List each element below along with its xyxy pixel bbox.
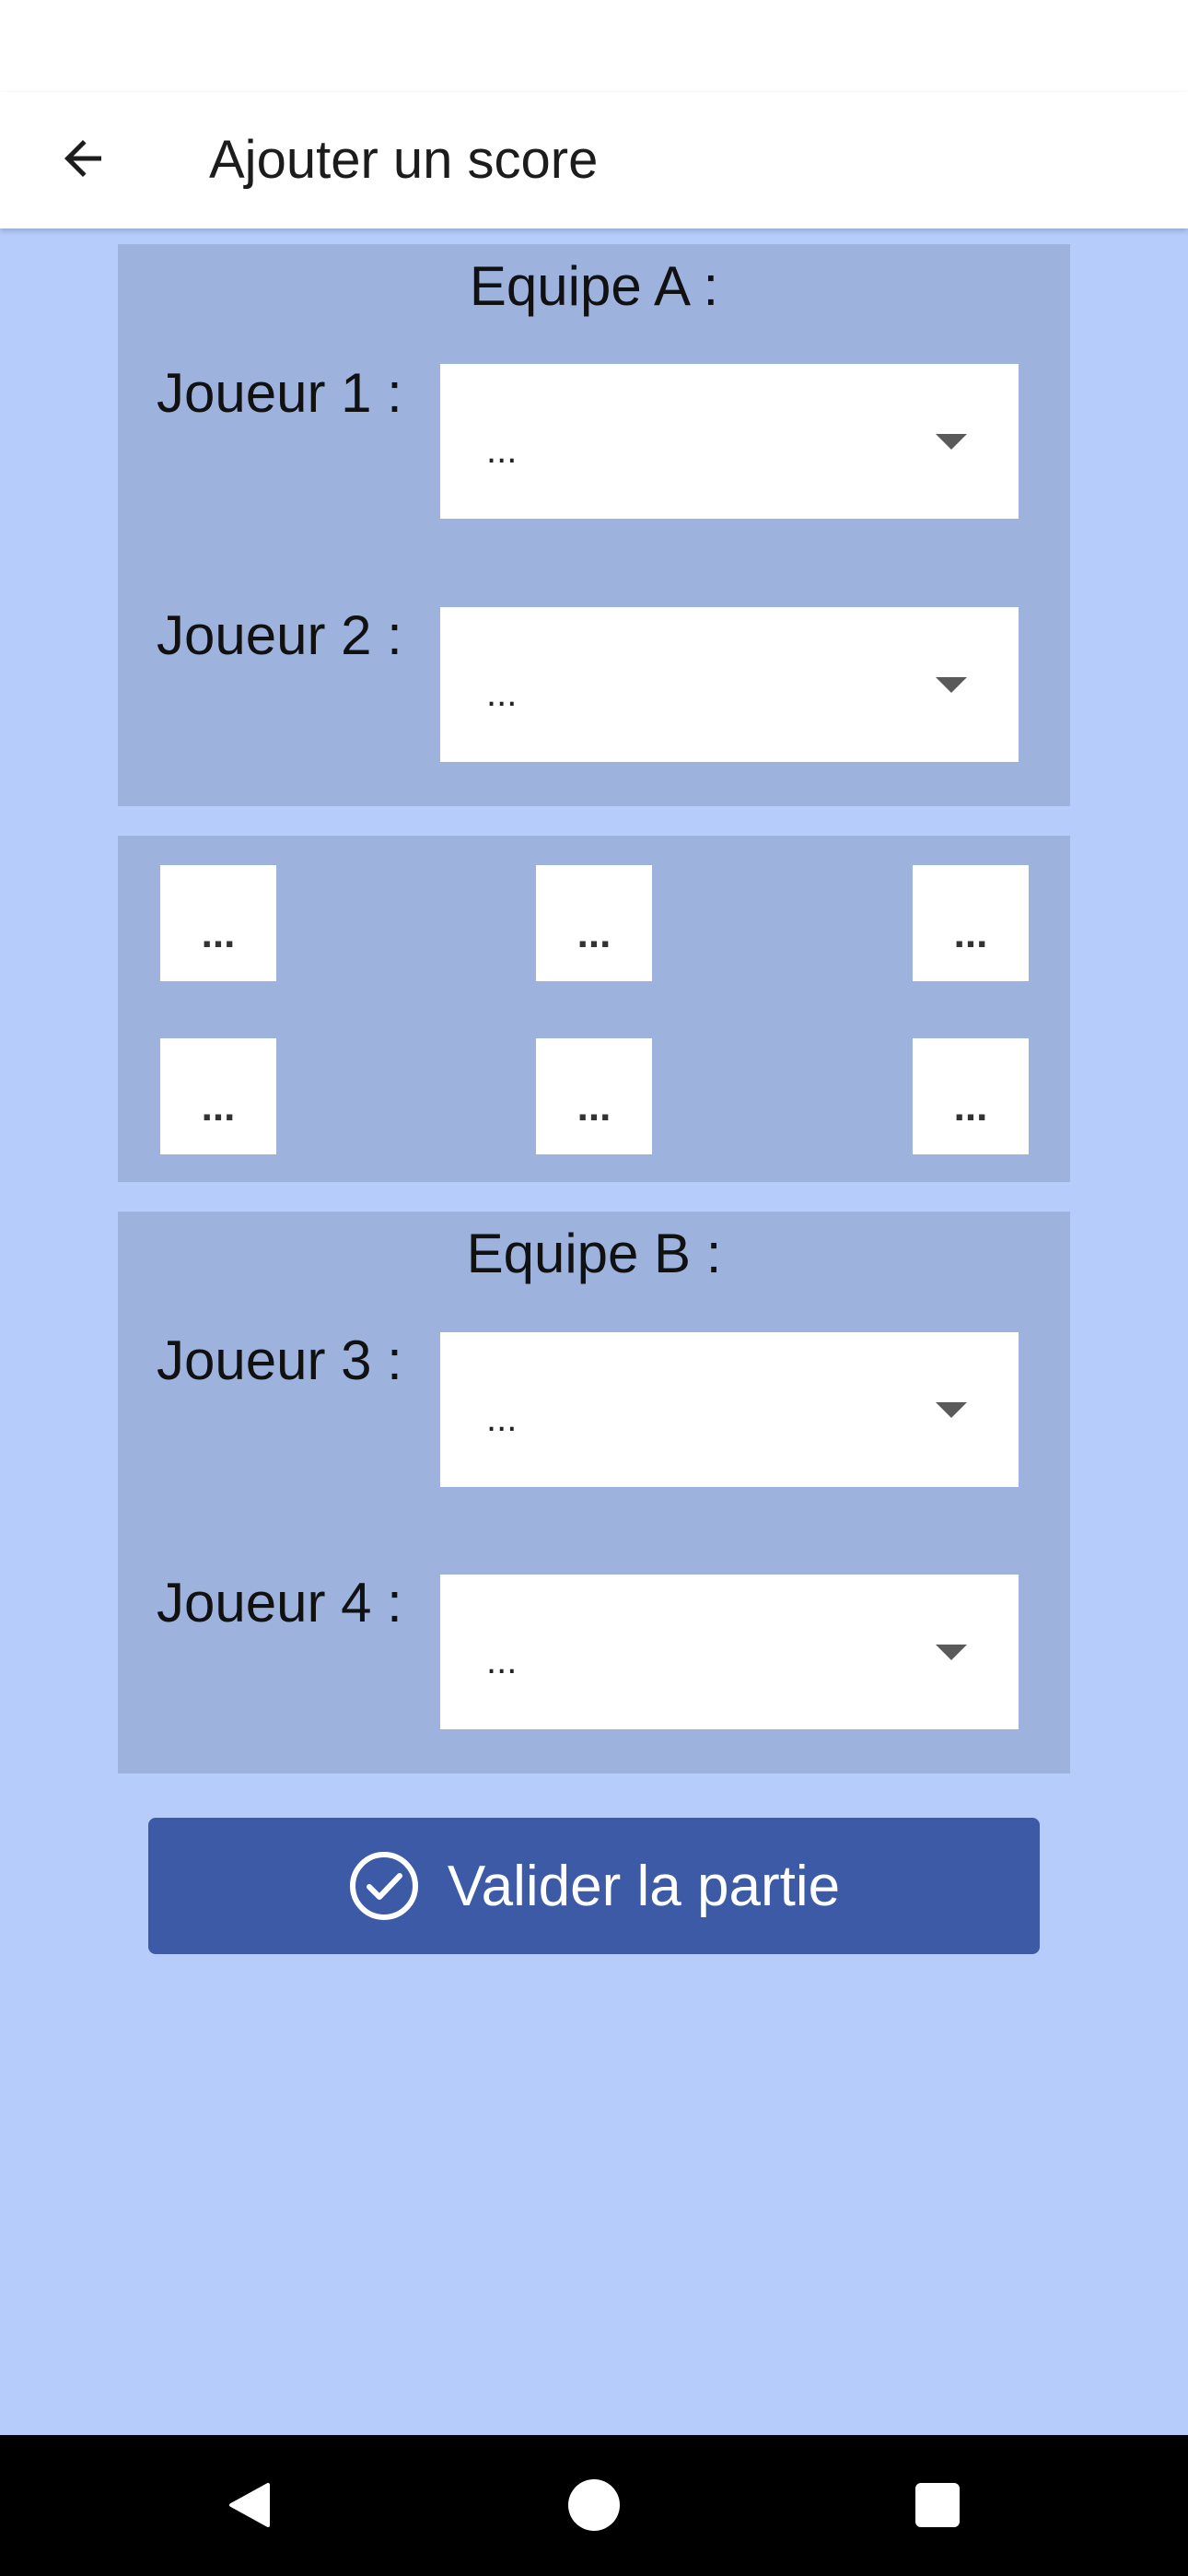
dropdown-arrow-icon	[936, 1402, 967, 1418]
player-3-label: Joueur 3 :	[157, 1329, 402, 1391]
validate-button[interactable]: Valider la partie	[148, 1818, 1040, 1954]
status-bar	[0, 0, 1188, 92]
nav-recents-button[interactable]	[891, 2459, 984, 2551]
home-circle-icon	[568, 2479, 620, 2531]
score-input-b1[interactable]: ...	[160, 1038, 276, 1154]
validate-button-label: Valider la partie	[447, 1854, 841, 1918]
page-title: Ajouter un score	[209, 130, 599, 190]
player-3-select-value: ...	[486, 1399, 518, 1439]
score-input-a2[interactable]: ...	[536, 865, 652, 981]
recents-square-icon	[915, 2483, 960, 2527]
player-2-select-value: ...	[486, 673, 518, 714]
player-3-select[interactable]: ...	[440, 1332, 1019, 1487]
score-input-a1[interactable]: ...	[160, 865, 276, 981]
arrow-left-icon	[64, 140, 101, 177]
team-a-title: Equipe A :	[469, 255, 719, 317]
team-a-panel: Equipe A : Joueur 1 : ... Joueur 2 : ...	[118, 244, 1070, 806]
player-1-select[interactable]: ...	[440, 364, 1019, 519]
scores-panel: ... ... ... ... ... ...	[118, 836, 1070, 1182]
nav-home-button[interactable]	[548, 2459, 640, 2551]
back-triangle-icon	[229, 2483, 270, 2527]
player-4-label: Joueur 4 :	[157, 1572, 402, 1633]
app-bar: Ajouter un score	[0, 92, 1188, 228]
team-b-title: Equipe B :	[466, 1223, 722, 1284]
score-input-a3[interactable]: ...	[913, 865, 1029, 981]
dropdown-arrow-icon	[936, 434, 967, 450]
dropdown-arrow-icon	[936, 1645, 967, 1660]
player-4-select-value: ...	[486, 1641, 518, 1681]
back-button[interactable]	[37, 112, 129, 205]
check-circle-icon	[349, 1852, 418, 1920]
team-b-panel: Equipe B : Joueur 3 : ... Joueur 4 : ...	[118, 1212, 1070, 1774]
player-2-select[interactable]: ...	[440, 607, 1019, 762]
score-input-b2[interactable]: ...	[536, 1038, 652, 1154]
player-2-label: Joueur 2 :	[157, 604, 402, 666]
dropdown-arrow-icon	[936, 677, 967, 693]
player-1-label: Joueur 1 :	[157, 362, 402, 424]
nav-back-button[interactable]	[204, 2459, 296, 2551]
score-input-b3[interactable]: ...	[913, 1038, 1029, 1154]
player-1-select-value: ...	[486, 430, 518, 471]
system-nav-bar	[0, 2435, 1188, 2576]
player-4-select[interactable]: ...	[440, 1575, 1019, 1729]
